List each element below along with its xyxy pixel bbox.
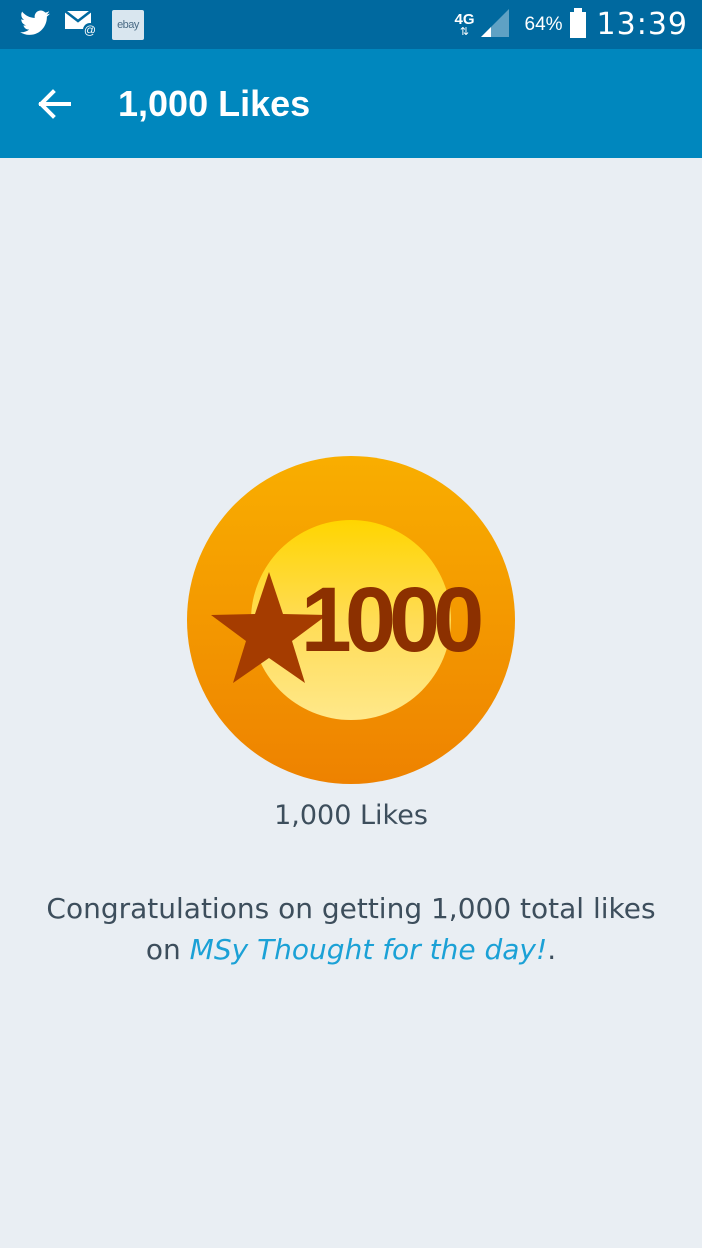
status-indicators: 4G ⇅ 64% 13:39: [454, 0, 688, 49]
message-suffix: .: [547, 933, 557, 966]
achievement-badge: 1000: [187, 456, 515, 784]
battery-percent: 64%: [524, 13, 563, 35]
svg-text:@: @: [84, 23, 96, 37]
mail-icon: @: [64, 8, 98, 42]
signal-icon: [479, 7, 511, 43]
notification-icons: @ ebay: [20, 8, 144, 42]
site-link[interactable]: MSy Thought for the day!: [190, 933, 548, 966]
network-indicator: 4G ⇅: [454, 12, 474, 37]
app-bar: 1,000 Likes: [0, 49, 702, 158]
arrow-left-icon: [38, 89, 71, 119]
status-bar: @ ebay 4G ⇅ 64% 13:39: [0, 0, 702, 49]
back-button[interactable]: [24, 74, 84, 134]
badge-number: 1000: [301, 569, 481, 671]
congratulations-message: Congratulations on getting 1,000 total l…: [30, 888, 672, 970]
page-title: 1,000 Likes: [118, 83, 311, 124]
data-arrows-icon: ⇅: [459, 25, 470, 38]
ebay-icon: ebay: [112, 10, 144, 40]
twitter-icon: [20, 10, 50, 40]
clock: 13:39: [596, 7, 688, 42]
badge-label: 1,000 Likes: [274, 800, 428, 831]
battery-icon: [569, 7, 587, 43]
